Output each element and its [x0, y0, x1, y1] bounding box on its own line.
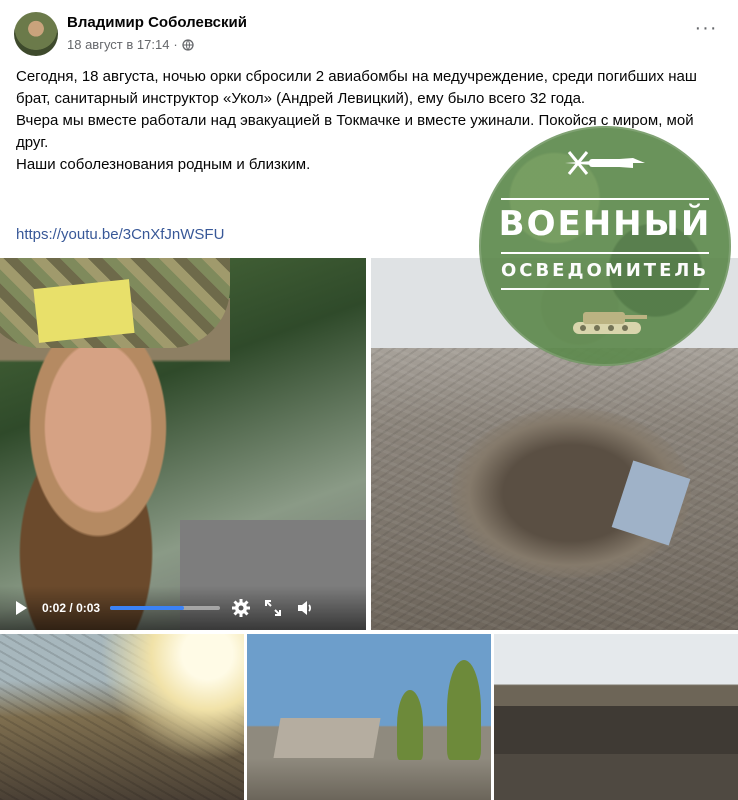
badge-rule-bottom [501, 288, 709, 290]
author-name[interactable]: Владимир Соболевский [67, 14, 247, 31]
video-progress-fill [110, 606, 184, 610]
settings-icon[interactable] [230, 597, 252, 619]
ruined-wall [494, 706, 738, 754]
time-separator: / [69, 601, 73, 615]
duration: 0:03 [76, 601, 101, 615]
watermark-title: ВОЕННЫЙ [498, 204, 712, 244]
sunlit-rubble-photo[interactable] [0, 634, 244, 800]
watermark-logo: ВОЕННЫЙ ОСВЕДОМИТЕЛЬ [479, 126, 731, 366]
more-options-icon: ··· [694, 17, 718, 39]
ruined-wall-photo[interactable] [494, 634, 738, 800]
tree [447, 660, 481, 760]
video-time: 0:02 / 0:03 [42, 601, 100, 615]
watermark-subtitle: ОСВЕДОМИТЕЛЬ [500, 260, 710, 281]
youtube-link[interactable]: https://youtu.be/3CnXfJnWSFU [16, 226, 224, 243]
tree [397, 690, 423, 760]
post-meta: 18 август в 17:14 · [67, 37, 194, 52]
fullscreen-icon[interactable] [262, 597, 284, 619]
helmet-tape [33, 279, 135, 343]
video-player[interactable]: 0:02 / 0:03 [0, 258, 366, 630]
video-controls: 0:02 / 0:03 [0, 586, 366, 630]
destroyed-building-photo[interactable] [247, 634, 491, 800]
post-date[interactable]: 18 август в 17:14 [67, 37, 169, 52]
current-time: 0:02 [42, 601, 67, 615]
collapsed-roof [273, 718, 381, 758]
author-avatar[interactable] [14, 12, 58, 56]
play-icon[interactable] [10, 597, 32, 619]
tank-icon [573, 312, 647, 334]
post-paragraph: Сегодня, 18 августа, ночью орки сбросили… [16, 68, 697, 107]
volume-icon[interactable] [294, 597, 316, 619]
more-options-button[interactable]: ··· [692, 18, 720, 46]
missile-icon [565, 151, 645, 175]
badge-rule-top [501, 198, 709, 200]
badge-rule-middle [501, 252, 709, 254]
video-progress-bar[interactable] [110, 606, 221, 610]
post-header: Владимир Соболевский 18 август в 17:14 ·… [0, 0, 738, 62]
globe-icon[interactable] [182, 38, 194, 51]
meta-separator: · [173, 37, 178, 52]
